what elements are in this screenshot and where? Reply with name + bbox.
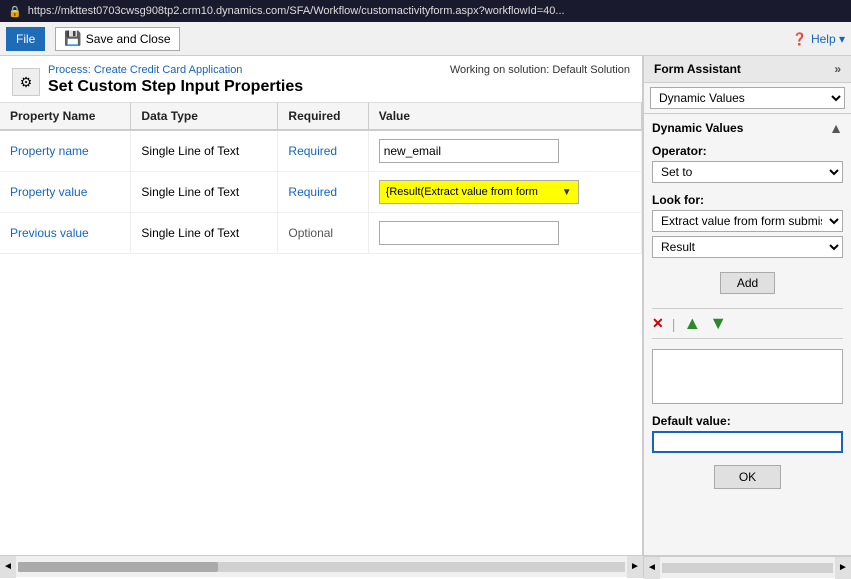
move-up-icon[interactable]: ▲	[683, 313, 701, 334]
lookfor-section: Look for: Extract value from form submis…	[652, 193, 843, 258]
process-link[interactable]: Process: Create Credit Card Application	[48, 64, 303, 76]
move-down-icon[interactable]: ▼	[709, 313, 727, 334]
help-label[interactable]: Help ▾	[811, 32, 845, 46]
save-and-close-button[interactable]: 💾 Save and Close	[55, 27, 179, 51]
main-content: ⚙ Process: Create Credit Card Applicatio…	[0, 56, 851, 555]
right-scroll-track[interactable]	[662, 563, 833, 573]
values-textarea[interactable]	[652, 349, 843, 404]
result-select[interactable]: Result	[652, 236, 843, 258]
file-button[interactable]: File	[6, 27, 45, 51]
default-value-input[interactable]	[652, 431, 843, 453]
col-required: Required	[278, 103, 368, 130]
right-panel: Form Assistant » Dynamic Values Dynamic …	[643, 56, 851, 555]
optional-2: Optional	[288, 226, 333, 240]
data-type-2: Single Line of Text	[131, 213, 278, 254]
right-scroll-left-button[interactable]: ◄	[644, 557, 660, 579]
col-data-type: Data Type	[131, 103, 278, 130]
right-scroll-right-button[interactable]: ►	[835, 557, 851, 579]
default-value-section: Default value:	[652, 414, 843, 453]
ok-button[interactable]: OK	[714, 465, 781, 489]
working-on-solution: Working on solution: Default Solution	[450, 64, 630, 76]
title-bar: 🔒 https://mkttest0703cwsg908tp2.crm10.dy…	[0, 0, 851, 22]
form-assistant-title: Form Assistant	[654, 62, 741, 76]
scroll-thumb[interactable]	[18, 562, 218, 572]
left-panel: ⚙ Process: Create Credit Card Applicatio…	[0, 56, 643, 555]
property-name-link-2[interactable]: Previous value	[10, 226, 89, 240]
action-icons: ✕ | ▲ ▼	[652, 308, 843, 339]
table-row: Property value Single Line of Text Requi…	[0, 172, 642, 213]
dynamic-value-field[interactable]: {Result(Extract value from form ▼	[379, 180, 579, 204]
lock-icon: 🔒	[8, 5, 22, 18]
dynamic-values-dropdown-row: Dynamic Values	[644, 83, 851, 114]
scroll-left-button[interactable]: ◄	[0, 556, 16, 578]
properties-table: Property Name Data Type Required Value P…	[0, 103, 642, 555]
dynamic-values-section: Dynamic Values ▲ Operator: Set to Look f…	[644, 114, 851, 555]
required-0: Required	[288, 144, 337, 158]
url-bar[interactable]: https://mkttest0703cwsg908tp2.crm10.dyna…	[28, 5, 565, 17]
page-title: Set Custom Step Input Properties	[48, 78, 303, 96]
dv-section-title: Dynamic Values	[652, 121, 743, 135]
right-scrollbar: ◄ ►	[643, 556, 851, 578]
table-header-row: Property Name Data Type Required Value	[0, 103, 642, 130]
scroll-right-button[interactable]: ►	[627, 556, 643, 578]
operator-label: Operator:	[652, 144, 843, 158]
left-scrollbar: ◄ ►	[0, 556, 643, 577]
col-property-name: Property Name	[0, 103, 131, 130]
operator-section: Operator: Set to	[652, 144, 843, 183]
add-button[interactable]: Add	[720, 272, 775, 294]
page-header-text: Process: Create Credit Card Application …	[48, 64, 303, 96]
save-button-label: Save and Close	[86, 32, 171, 46]
separator: |	[672, 316, 676, 332]
operator-select[interactable]: Set to	[652, 161, 843, 183]
help-button[interactable]: ❓ Help ▾	[792, 32, 845, 46]
required-1: Required	[288, 185, 337, 199]
lookfor-select[interactable]: Extract value from form submission	[652, 210, 843, 232]
value-input-0[interactable]	[379, 139, 559, 163]
form-assistant-chevron[interactable]: »	[834, 62, 841, 76]
table-row: Property name Single Line of Text Requir…	[0, 130, 642, 172]
bottom-scrollbar-row: ◄ ► ◄ ►	[0, 555, 851, 577]
save-icon: 💾	[64, 30, 81, 47]
col-value: Value	[368, 103, 641, 130]
help-icon: ❓	[792, 32, 807, 46]
toolbar: File 💾 Save and Close ❓ Help ▾	[0, 22, 851, 56]
step-icon: ⚙	[12, 68, 40, 96]
delete-icon[interactable]: ✕	[652, 315, 664, 332]
dv-section-header: Dynamic Values ▲	[652, 120, 843, 136]
property-name-link-0[interactable]: Property name	[10, 144, 89, 158]
page-header: ⚙ Process: Create Credit Card Applicatio…	[0, 56, 642, 103]
dynamic-values-select[interactable]: Dynamic Values	[650, 87, 845, 109]
dynamic-value-arrow: ▼	[562, 187, 572, 198]
lookfor-label: Look for:	[652, 193, 843, 207]
form-assistant-header: Form Assistant »	[644, 56, 851, 83]
data-type-1: Single Line of Text	[131, 172, 278, 213]
default-value-label: Default value:	[652, 414, 843, 428]
value-empty-2[interactable]	[379, 221, 559, 245]
property-name-link-1[interactable]: Property value	[10, 185, 87, 199]
page-header-left: ⚙ Process: Create Credit Card Applicatio…	[12, 64, 303, 96]
table-row: Previous value Single Line of Text Optio…	[0, 213, 642, 254]
dynamic-value-text: {Result(Extract value from form	[386, 186, 560, 198]
scroll-track[interactable]	[18, 562, 625, 572]
dv-collapse-button[interactable]: ▲	[829, 120, 843, 136]
data-type-0: Single Line of Text	[131, 130, 278, 172]
